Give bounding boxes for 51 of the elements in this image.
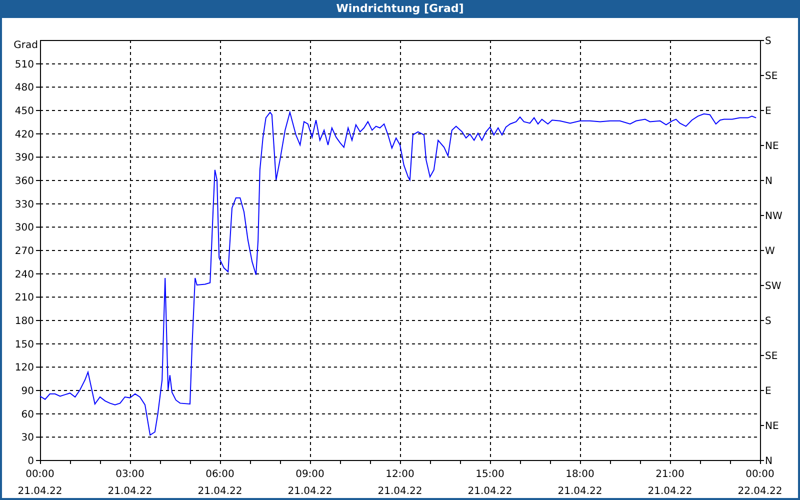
x-axis-time-label: 12:00 xyxy=(386,469,414,480)
x-axis-date-label: 22.04.22 xyxy=(738,486,782,497)
y-axis-label: 510 xyxy=(14,59,34,70)
x-axis-date-label: 21.04.22 xyxy=(18,486,62,497)
x-axis-time-label: 00:00 xyxy=(26,469,54,480)
compass-direction-label: NE xyxy=(765,421,779,432)
y-axis-label: 420 xyxy=(14,129,34,140)
y-axis-label: 60 xyxy=(21,409,34,420)
compass-direction-label: SE xyxy=(765,71,778,82)
compass-direction-label: W xyxy=(765,246,775,257)
x-axis-time-label: 09:00 xyxy=(296,469,324,480)
compass-direction-label: SE xyxy=(765,351,778,362)
x-axis-date-label: 21.04.22 xyxy=(108,486,152,497)
y-axis-label: 480 xyxy=(14,82,34,94)
compass-direction-label: SW xyxy=(765,281,782,292)
window-title: Windrichtung [Grad] xyxy=(336,1,464,17)
x-axis-time-label: 15:00 xyxy=(476,469,504,480)
x-axis-time-label: 06:00 xyxy=(206,469,234,480)
y-axis-label: 0 xyxy=(28,456,34,467)
compass-direction-label: N xyxy=(765,456,772,467)
compass-direction-label: N xyxy=(765,176,772,187)
y-axis-label: 120 xyxy=(14,362,34,374)
y-axis-label: 390 xyxy=(14,152,34,164)
compass-direction-label: S xyxy=(765,316,772,327)
compass-direction-label: E xyxy=(765,106,772,117)
compass-direction-label: E xyxy=(765,386,772,397)
x-axis-date-label: 21.04.22 xyxy=(198,486,242,497)
x-axis-time-label: 00:00 xyxy=(746,469,774,480)
x-axis-date-label: 21.04.22 xyxy=(378,486,422,497)
x-axis-time-label: 21:00 xyxy=(656,469,684,480)
y-axis-label: 180 xyxy=(14,316,34,327)
x-axis-time-label: 18:00 xyxy=(566,469,594,480)
y-axis-label: 270 xyxy=(14,246,34,257)
y-axis-label: 330 xyxy=(14,199,34,210)
compass-direction-label: NE xyxy=(765,141,779,152)
y-axis-label: 240 xyxy=(14,269,34,280)
x-axis-date-label: 21.04.22 xyxy=(288,486,332,497)
compass-direction-label: NW xyxy=(765,211,782,222)
x-axis-date-label: 21.04.22 xyxy=(468,486,512,497)
y-axis-label: 30 xyxy=(21,432,34,444)
compass-direction-label: S xyxy=(765,36,772,47)
y-axis-label: 210 xyxy=(14,292,34,304)
x-axis-time-label: 03:00 xyxy=(116,469,144,480)
x-axis-date-label: 21.04.22 xyxy=(648,486,692,497)
y-axis-label: 360 xyxy=(14,176,34,187)
y-axis-label: 450 xyxy=(14,106,34,117)
y-axis-title: Grad xyxy=(14,40,38,51)
x-axis-date-label: 21.04.22 xyxy=(558,486,602,497)
y-axis-label: 300 xyxy=(14,222,34,234)
y-axis-label: 150 xyxy=(14,339,34,350)
y-axis-label: 90 xyxy=(21,386,34,397)
